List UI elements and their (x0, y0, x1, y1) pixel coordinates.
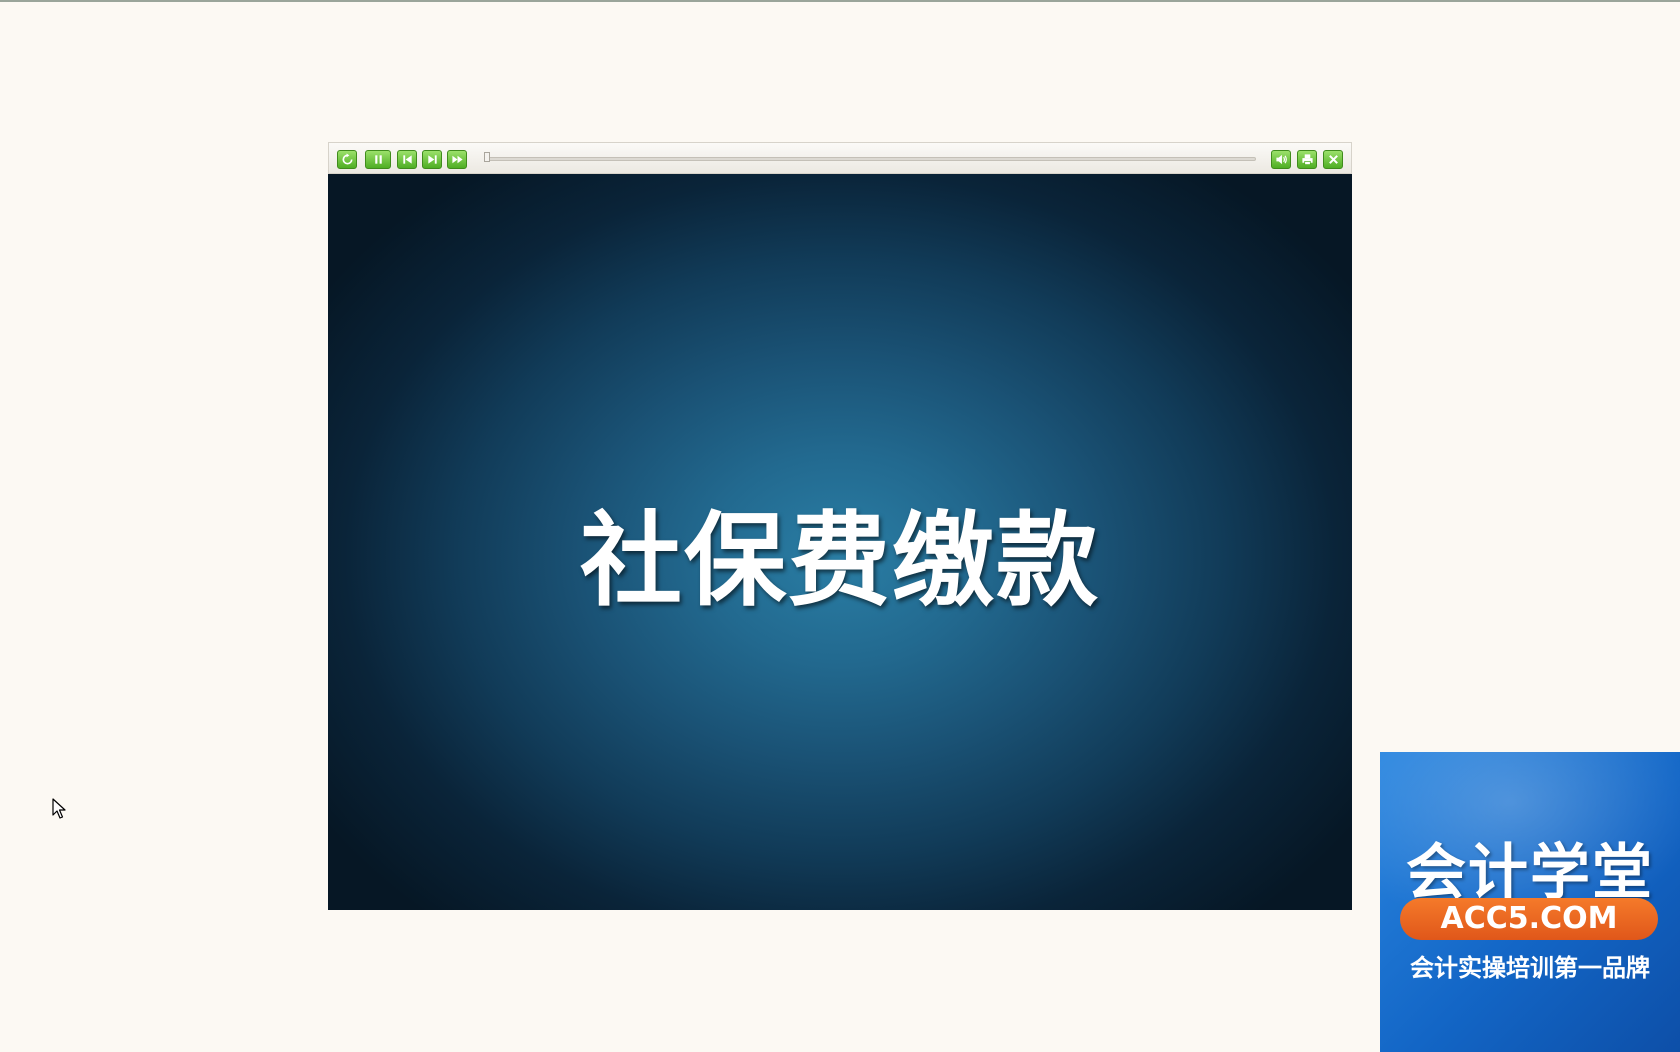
replay-button[interactable] (337, 150, 357, 169)
mouse-cursor-icon (52, 798, 66, 819)
next-icon (427, 155, 437, 164)
replay-icon (342, 153, 353, 165)
close-icon (1328, 155, 1338, 164)
seek-bar[interactable] (484, 157, 1256, 161)
next-button[interactable] (422, 150, 442, 169)
player-toolbar (328, 142, 1352, 174)
previous-icon (402, 155, 412, 164)
seek-handle[interactable] (484, 152, 490, 162)
brand-watermark: 会计学堂 ACC5.COM 会计实操培训第一品牌 (1380, 752, 1680, 1052)
brand-tagline: 会计实操培训第一品牌 (1410, 954, 1650, 982)
volume-button[interactable] (1271, 150, 1291, 169)
print-icon (1301, 154, 1313, 165)
previous-button[interactable] (397, 150, 417, 169)
pause-button[interactable] (365, 150, 391, 169)
slide-title: 社保费缴款 (580, 501, 1100, 621)
fast-forward-icon (451, 155, 463, 164)
close-button[interactable] (1323, 150, 1343, 169)
presentation-player: 社保费缴款 (328, 142, 1352, 910)
slide-canvas: 社保费缴款 (328, 174, 1352, 910)
print-button[interactable] (1297, 150, 1317, 169)
brand-url-badge: ACC5.COM (1400, 898, 1658, 940)
fast-forward-button[interactable] (447, 150, 467, 169)
volume-icon (1275, 154, 1287, 165)
top-border (0, 0, 1680, 2)
pause-icon (374, 155, 382, 164)
